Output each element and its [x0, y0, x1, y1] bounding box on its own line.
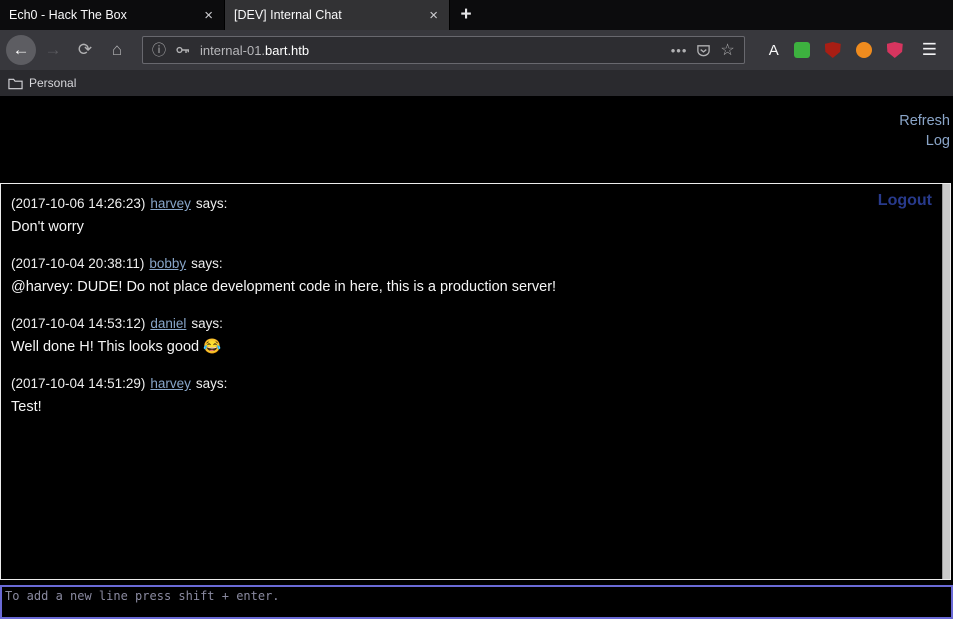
message-timestamp: (2017-10-06 14:26:23): [11, 196, 145, 211]
page-content: Refresh Log Logout (2017-10-06 14:26:23)…: [0, 96, 953, 619]
insecure-key-icon: [175, 42, 191, 58]
message-header: (2017-10-04 20:38:11) bobby says:: [11, 254, 930, 273]
user-link[interactable]: harvey: [150, 376, 191, 391]
says-label: says:: [191, 256, 223, 271]
chat-scrollbar[interactable]: [942, 184, 950, 579]
url-bar[interactable]: ⓘ internal-01.bart.htb ••• ☆: [142, 36, 745, 64]
addon-shield-icon[interactable]: [887, 42, 903, 58]
home-button[interactable]: ⌂: [102, 35, 132, 65]
message-text: @harvey: DUDE! Do not place development …: [11, 278, 930, 297]
folder-icon: [8, 77, 23, 90]
message-header: (2017-10-04 14:53:12) daniel says:: [11, 314, 930, 333]
bookmarks-bar: Personal: [0, 70, 953, 96]
message-text: Don't worry: [11, 218, 930, 237]
forward-button[interactable]: →: [38, 35, 68, 65]
user-link[interactable]: bobby: [149, 256, 186, 271]
message-header: (2017-10-04 14:51:29) harvey says:: [11, 374, 930, 393]
close-icon[interactable]: ×: [202, 7, 215, 24]
chat-message: (2017-10-06 14:26:23) harvey says: Don't w…: [11, 194, 930, 237]
bookmark-personal[interactable]: Personal: [8, 76, 76, 90]
says-label: says:: [196, 376, 228, 391]
bookmark-label: Personal: [29, 76, 76, 90]
addon-a-icon[interactable]: A: [769, 42, 779, 59]
tab-hack-the-box[interactable]: Ech0 - Hack The Box ×: [0, 0, 225, 30]
message-header: (2017-10-06 14:26:23) harvey says:: [11, 194, 930, 213]
user-link[interactable]: harvey: [150, 196, 191, 211]
chat-message: (2017-10-04 14:53:12) daniel says: Well do…: [11, 314, 930, 357]
addon-green-icon[interactable]: [794, 42, 810, 58]
back-button[interactable]: ←: [6, 35, 36, 65]
refresh-link[interactable]: Refresh: [899, 111, 950, 131]
top-links: Refresh Log: [0, 96, 953, 151]
says-label: says:: [196, 196, 228, 211]
browser-window: Ech0 - Hack The Box × [DEV] Internal Cha…: [0, 0, 953, 619]
reload-button[interactable]: ⟳: [70, 35, 100, 65]
site-info-icon[interactable]: ⓘ: [152, 40, 166, 60]
message-input[interactable]: [0, 585, 953, 619]
tab-internal-chat[interactable]: [DEV] Internal Chat ×: [225, 0, 450, 30]
chat-log[interactable]: Logout (2017-10-06 14:26:23) harvey says: …: [0, 183, 951, 580]
bookmark-star-icon[interactable]: ☆: [720, 40, 734, 60]
logout-link[interactable]: Logout: [878, 192, 932, 210]
page-actions-icon[interactable]: •••: [671, 43, 688, 58]
user-link[interactable]: daniel: [150, 316, 186, 331]
message-timestamp: (2017-10-04 14:53:12): [11, 316, 145, 331]
ublock-icon[interactable]: [825, 42, 841, 58]
tab-title: [DEV] Internal Chat: [234, 8, 421, 22]
close-icon[interactable]: ×: [427, 7, 440, 24]
menu-icon[interactable]: ☰: [922, 40, 937, 60]
nav-bar: ← → ⟳ ⌂ ⓘ internal-01.bart.htb ••• ☆: [0, 30, 953, 70]
addon-toolbar: A ☰: [755, 40, 947, 60]
tab-title: Ech0 - Hack The Box: [9, 8, 196, 22]
log-link[interactable]: Log: [926, 131, 950, 151]
pocket-icon[interactable]: [696, 43, 711, 58]
new-tab-button[interactable]: +: [450, 0, 482, 30]
addon-orange-icon[interactable]: [856, 42, 872, 58]
tab-bar: Ech0 - Hack The Box × [DEV] Internal Cha…: [0, 0, 953, 30]
chat-message: (2017-10-04 20:38:11) bobby says: @harvey:…: [11, 254, 930, 297]
message-timestamp: (2017-10-04 14:51:29): [11, 376, 145, 391]
says-label: says:: [191, 316, 223, 331]
message-timestamp: (2017-10-04 20:38:11): [11, 256, 144, 271]
chat-message: (2017-10-04 14:51:29) harvey says: Test!: [11, 374, 930, 417]
message-text: Well done H! This looks good 😂: [11, 338, 930, 357]
message-text: Test!: [11, 398, 930, 417]
url-text[interactable]: internal-01.bart.htb: [200, 43, 309, 58]
